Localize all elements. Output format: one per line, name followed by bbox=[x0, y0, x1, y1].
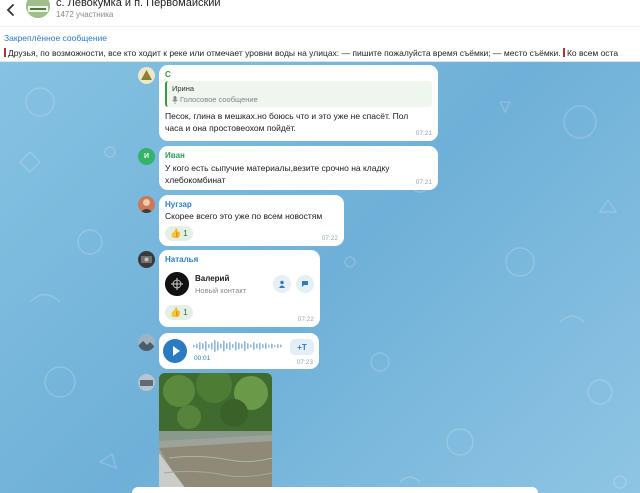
person-icon bbox=[279, 280, 285, 288]
message-time: 07:22 bbox=[321, 235, 338, 242]
sender-name[interactable]: Нугзар bbox=[165, 200, 192, 209]
waveform-bar bbox=[208, 344, 210, 348]
play-icon bbox=[173, 346, 180, 356]
avatar[interactable] bbox=[138, 67, 155, 84]
message-bubble[interactable]: Нугзар Скорее всего это уже по всем ново… bbox=[159, 195, 344, 246]
waveform-bar bbox=[268, 344, 270, 348]
pinned-text: Друзья, по возможности, все кто ходит к … bbox=[4, 48, 618, 58]
back-arrow-icon[interactable] bbox=[4, 2, 18, 18]
chat-bubble-icon bbox=[302, 281, 308, 287]
message-time: 07:21 bbox=[415, 179, 432, 186]
contact-info-button[interactable] bbox=[273, 275, 291, 293]
waveform-bar bbox=[274, 345, 276, 347]
waveform-bar bbox=[217, 341, 219, 351]
message-text: У кого есть сыпучие материалы,везите сро… bbox=[165, 163, 390, 185]
reaction-count: 1 bbox=[183, 308, 188, 317]
waveform-bar bbox=[223, 340, 225, 352]
message-time: 07:23 bbox=[296, 359, 313, 366]
sender-name[interactable]: С bbox=[165, 70, 171, 79]
pinned-marker bbox=[4, 48, 6, 57]
reply-quote[interactable]: Ирина Голосовое сообщение bbox=[165, 81, 432, 107]
waveform-bar bbox=[271, 343, 273, 349]
microphone-icon bbox=[172, 96, 178, 104]
sender-name[interactable]: Иван bbox=[165, 151, 185, 160]
message-time: 07:22 bbox=[297, 316, 314, 323]
contact-message-button[interactable] bbox=[296, 275, 314, 293]
message-text: Скорее всего это уже по всем новостям bbox=[165, 211, 323, 221]
waveform-bar bbox=[250, 344, 252, 348]
waveform-bar bbox=[244, 341, 246, 351]
waveform-bar bbox=[235, 341, 237, 351]
voice-waveform[interactable] bbox=[193, 339, 285, 353]
avatar-letter: И bbox=[143, 153, 150, 160]
message-text: Песок, глина в мешках.но боюсь что и это… bbox=[165, 111, 409, 133]
waveform-bar bbox=[232, 344, 234, 348]
waveform-bar bbox=[199, 342, 201, 350]
chat-header: с. Левокумка и п. Первомайский 1472 учас… bbox=[0, 0, 640, 26]
pinned-title: Закреплённое сообщение bbox=[4, 33, 107, 43]
sender-name[interactable]: Наталья bbox=[165, 255, 198, 264]
waveform-bar bbox=[241, 343, 243, 349]
transcribe-button[interactable]: +T bbox=[290, 339, 314, 355]
avatar[interactable] bbox=[138, 374, 155, 391]
member-count: 1472 участника bbox=[56, 10, 114, 19]
avatar[interactable]: И bbox=[138, 148, 155, 165]
message-time: 07:21 bbox=[415, 130, 432, 137]
waveform-bar bbox=[214, 340, 216, 352]
waveform-bar bbox=[256, 343, 258, 349]
message-bubble[interactable]: Иван У кого есть сыпучие материалы,везит… bbox=[159, 146, 438, 190]
contact-subtitle: Новый контакт bbox=[195, 286, 247, 295]
waveform-bar bbox=[265, 343, 267, 349]
pinned-message-bar[interactable]: Закреплённое сообщение Друзья, по возмож… bbox=[0, 26, 640, 62]
chat-title[interactable]: с. Левокумка и п. Первомайский bbox=[56, 0, 221, 9]
waveform-bar bbox=[280, 344, 282, 348]
reaction-thumbs-up[interactable]: 👍 1 bbox=[165, 226, 193, 241]
waveform-bar bbox=[262, 344, 264, 348]
flood-photo bbox=[159, 373, 272, 493]
waveform-bar bbox=[205, 341, 207, 351]
avatar[interactable] bbox=[138, 196, 155, 213]
avatar[interactable] bbox=[138, 251, 155, 268]
message-bubble[interactable]: Наталья Валерий Новый контакт 👍 1 07:22 bbox=[159, 250, 320, 327]
waveform-bar bbox=[277, 344, 279, 348]
waveform-bar bbox=[253, 342, 255, 350]
waveform-bar bbox=[196, 343, 198, 349]
waveform-bar bbox=[220, 343, 222, 349]
photo-message[interactable] bbox=[159, 373, 272, 493]
contact-avatar bbox=[165, 272, 189, 296]
reply-author: Ирина bbox=[172, 84, 195, 93]
chat-area[interactable]: С Ирина Голосовое сообщение Песок, глина… bbox=[0, 62, 640, 493]
waveform-bar bbox=[193, 344, 195, 348]
thumbs-up-icon: 👍 bbox=[170, 307, 182, 317]
voice-message-bubble[interactable]: 00:01 +T 07:23 bbox=[159, 333, 319, 369]
thumbs-up-icon: 👍 bbox=[170, 228, 182, 238]
reaction-thumbs-up[interactable]: 👍 1 bbox=[165, 305, 193, 320]
waveform-bar bbox=[238, 342, 240, 350]
waveform-bar bbox=[211, 342, 213, 350]
waveform-bar bbox=[247, 343, 249, 349]
chat-avatar[interactable] bbox=[26, 0, 50, 18]
waveform-bar bbox=[229, 342, 231, 350]
message-bubble[interactable]: С Ирина Голосовое сообщение Песок, глина… bbox=[159, 65, 438, 141]
reaction-count: 1 bbox=[183, 229, 188, 238]
waveform-bar bbox=[259, 342, 261, 350]
play-button[interactable] bbox=[163, 339, 187, 363]
contact-name: Валерий bbox=[195, 274, 230, 283]
contact-card[interactable]: Валерий Новый контакт bbox=[165, 270, 315, 300]
pinned-marker bbox=[562, 48, 565, 57]
message-input-bar[interactable] bbox=[132, 487, 538, 493]
voice-duration: 00:01 bbox=[194, 355, 211, 362]
waveform-bar bbox=[202, 343, 204, 349]
waveform-bar bbox=[226, 343, 228, 349]
reply-text: Голосовое сообщение bbox=[180, 95, 258, 104]
avatar[interactable] bbox=[138, 334, 155, 351]
